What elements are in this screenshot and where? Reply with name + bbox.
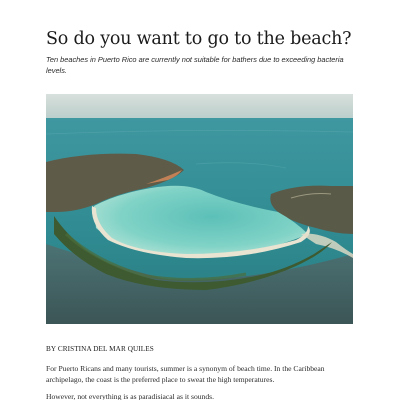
article-photo	[46, 94, 353, 324]
article-paragraph: However, not everything is as paradisiac…	[46, 392, 214, 400]
article-subheadline: Ten beaches in Puerto Rico are currently…	[46, 55, 344, 75]
article-paragraph: For Puerto Ricans and many tourists, sum…	[46, 364, 325, 384]
article-headline: So do you want to go to the beach?	[46, 29, 352, 49]
article-page: So do you want to go to the beach? Ten b…	[0, 0, 400, 400]
aerial-beach-image	[46, 94, 353, 324]
article-byline: BY CRISTINA DEL MAR QUILES	[46, 345, 154, 353]
